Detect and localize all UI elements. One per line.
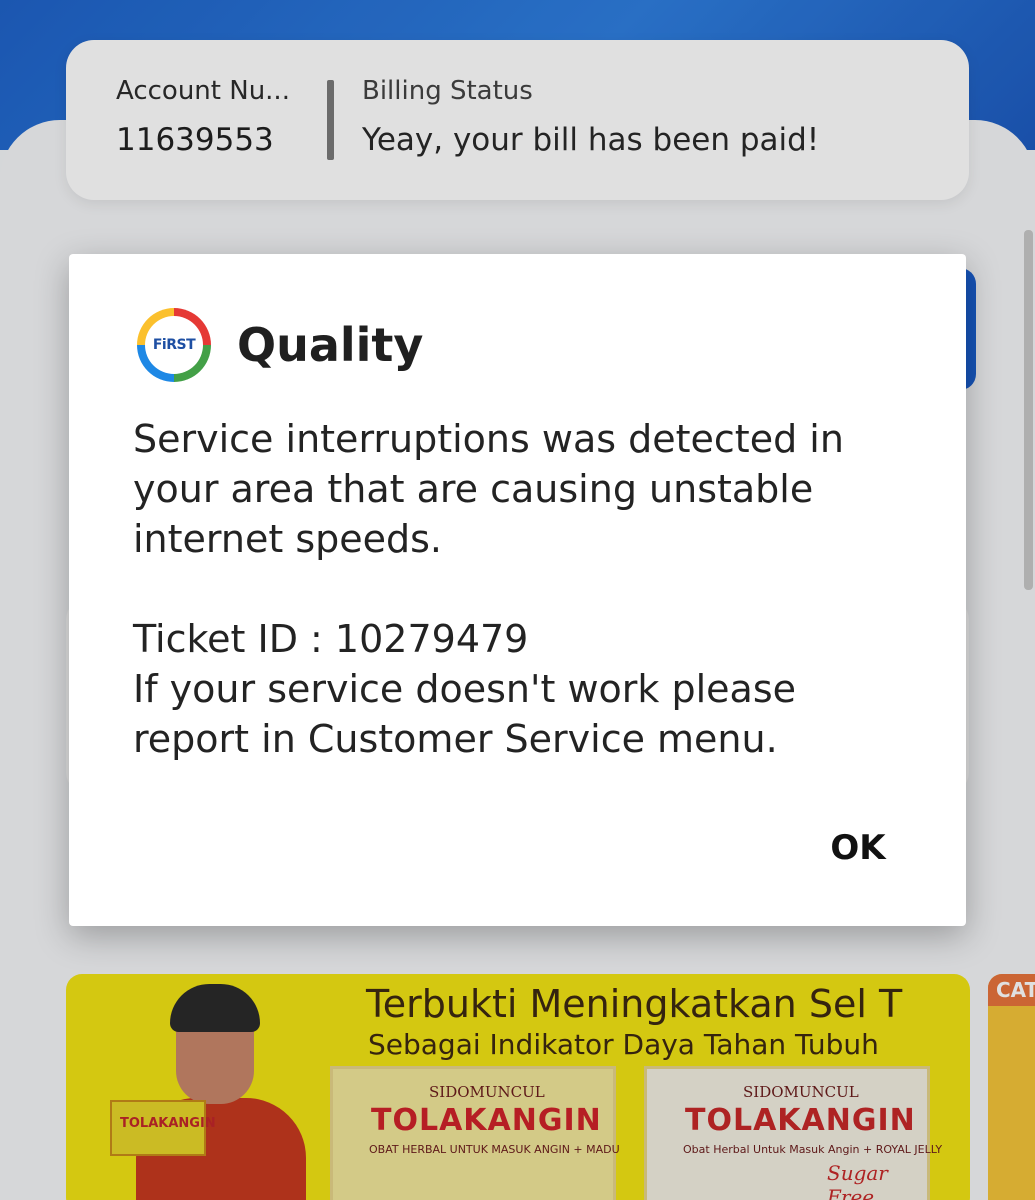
quality-dialog: FiRST Quality Service interruptions was … bbox=[69, 254, 966, 926]
app-logo-text: FiRST bbox=[145, 316, 203, 374]
dialog-message: Service interruptions was detected in yo… bbox=[133, 417, 844, 761]
ok-button[interactable]: OK bbox=[813, 820, 903, 876]
app-logo-icon: FiRST bbox=[137, 308, 211, 382]
dialog-title: Quality bbox=[237, 318, 424, 372]
